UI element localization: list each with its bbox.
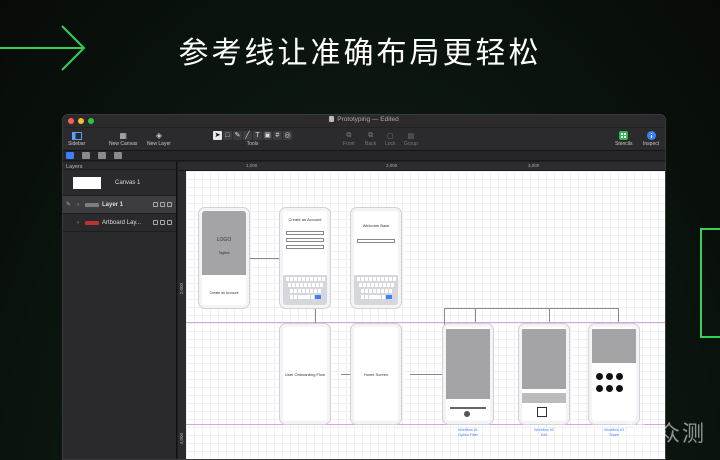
edit-pencil-icon: ✎ bbox=[66, 202, 72, 208]
phone-artboard-create-account[interactable]: Create an Account bbox=[279, 207, 331, 309]
inspect-button[interactable]: Inspect bbox=[643, 130, 659, 147]
connector-line bbox=[410, 374, 446, 375]
workflow-caption: Workflow #2 Edit bbox=[534, 428, 554, 437]
layer-item[interactable]: ✎ › Layer 1 bbox=[63, 196, 176, 214]
new-canvas-button[interactable]: ▦ New Canvas bbox=[109, 130, 137, 147]
workflow-caption: Workflow #1 Option Filter bbox=[458, 428, 478, 437]
visibility-icon[interactable] bbox=[153, 220, 158, 225]
main-toolbar: Sidebar ▦ New Canvas ◈ New Layer ➤ □ ✎ ╱… bbox=[63, 128, 665, 151]
decorative-bracket bbox=[700, 228, 720, 338]
style-tool-icon[interactable]: ◎ bbox=[283, 131, 292, 140]
text-tool-icon[interactable]: T bbox=[253, 131, 262, 140]
stencils-icon bbox=[619, 131, 629, 140]
watermark: 新 众测 bbox=[625, 422, 706, 447]
canvas-item[interactable]: Canvas 1 bbox=[63, 170, 176, 196]
lock-button[interactable]: ▢ Lock bbox=[385, 130, 396, 148]
shape-tool-icon[interactable]: □ bbox=[223, 131, 232, 140]
group-button[interactable]: ▤ Group bbox=[404, 130, 418, 148]
lock-layer-icon[interactable] bbox=[167, 220, 172, 225]
keyboard bbox=[354, 275, 398, 305]
phone-artboard-onboarding[interactable]: User Onboarding Flow bbox=[279, 323, 331, 425]
send-back-icon: ⧉ bbox=[368, 131, 374, 139]
connector-line bbox=[618, 308, 619, 322]
title-bar: Prototyping — Edited bbox=[63, 115, 665, 128]
chevron-right-icon[interactable]: › bbox=[77, 202, 82, 208]
layer-item[interactable]: › Artboard Lay... bbox=[63, 214, 176, 232]
print-icon[interactable] bbox=[160, 220, 165, 225]
print-icon[interactable] bbox=[160, 202, 165, 207]
sidebar-title: Layers bbox=[63, 162, 176, 170]
phone-artboard-workflow-3[interactable] bbox=[588, 323, 640, 425]
tagline-text: Tagline bbox=[218, 251, 230, 255]
outline-tab-icon[interactable] bbox=[114, 152, 122, 159]
table-tool-icon[interactable]: # bbox=[273, 131, 282, 140]
sidebar-button[interactable]: Sidebar bbox=[68, 130, 85, 147]
lock-layer-icon[interactable] bbox=[167, 202, 172, 207]
layers-tab-icon[interactable] bbox=[66, 152, 74, 159]
new-layer-button[interactable]: ◈ New Layer bbox=[147, 130, 171, 147]
welcome-title: Welcome Back bbox=[362, 223, 390, 228]
image-tool-icon[interactable]: ▣ bbox=[263, 131, 272, 140]
canvas-thumbnail bbox=[73, 176, 101, 189]
stencils-button[interactable]: Stencils bbox=[615, 130, 633, 147]
layers-sidebar: Layers Canvas 1 ✎ › Layer 1 › Artboard L… bbox=[63, 162, 177, 459]
document-icon bbox=[329, 116, 335, 122]
vertical-ruler: 2,000 4,000 bbox=[178, 171, 186, 459]
layer-thumbnail bbox=[85, 220, 99, 225]
phone-artboard-welcome[interactable]: Welcome Back bbox=[350, 207, 402, 309]
group-icon: ▤ bbox=[407, 132, 415, 140]
front-button[interactable]: ⧉ Front bbox=[343, 130, 355, 148]
phone-artboard-splash[interactable]: LOGO Tagline Create an Account bbox=[198, 207, 250, 309]
create-account-title: Create an Account bbox=[288, 217, 322, 222]
keyboard bbox=[283, 275, 327, 305]
select-tool-icon[interactable]: ➤ bbox=[213, 131, 222, 140]
logo-text: LOGO bbox=[216, 237, 232, 243]
app-window: Prototyping — Edited Sidebar ▦ New Canva… bbox=[62, 114, 666, 460]
connector-line bbox=[444, 308, 618, 309]
grid-tab-icon[interactable] bbox=[82, 152, 90, 159]
pen-tool-icon[interactable]: ✎ bbox=[233, 131, 242, 140]
line-tool-icon[interactable]: ╱ bbox=[243, 131, 252, 140]
back-button[interactable]: ⧉ Back bbox=[365, 130, 376, 148]
form-field[interactable] bbox=[286, 245, 324, 249]
connector-line bbox=[475, 308, 476, 322]
bring-front-icon: ⧉ bbox=[346, 131, 352, 139]
new-layer-icon: ◈ bbox=[155, 131, 163, 140]
new-canvas-icon: ▦ bbox=[119, 131, 127, 140]
hero-title: 参考线让准确布局更轻松 bbox=[178, 36, 542, 71]
format-bar bbox=[63, 151, 665, 161]
window-title: Prototyping — Edited bbox=[337, 116, 399, 123]
phone-artboard-workflow-2[interactable] bbox=[518, 323, 570, 425]
layer-thumbnail bbox=[85, 202, 99, 207]
list-tab-icon[interactable] bbox=[98, 152, 106, 159]
lock-icon: ▢ bbox=[386, 132, 394, 140]
create-account-button[interactable]: Create an Account bbox=[202, 291, 246, 295]
chevron-right-icon[interactable]: › bbox=[77, 220, 82, 226]
horizontal-ruler: 1,000 2,000 3,000 bbox=[178, 162, 665, 171]
home-label: Home Screen bbox=[363, 372, 389, 377]
canvas-area[interactable]: 1,000 2,000 3,000 2,000 4,000 LOGO Tagli… bbox=[178, 162, 665, 459]
sidebar-icon bbox=[71, 131, 82, 140]
form-field[interactable] bbox=[357, 239, 395, 243]
phone-artboard-workflow-1[interactable] bbox=[442, 323, 494, 425]
form-field[interactable] bbox=[286, 231, 324, 235]
form-field[interactable] bbox=[286, 238, 324, 242]
info-icon bbox=[646, 131, 656, 140]
connector-line bbox=[549, 308, 550, 322]
tools-group: ➤ □ ✎ ╱ T ▣ # ◎ Tools bbox=[213, 131, 292, 147]
phone-artboard-home[interactable]: Home Screen bbox=[350, 323, 402, 425]
visibility-icon[interactable] bbox=[153, 202, 158, 207]
onboarding-label: User Onboarding Flow bbox=[284, 372, 326, 377]
